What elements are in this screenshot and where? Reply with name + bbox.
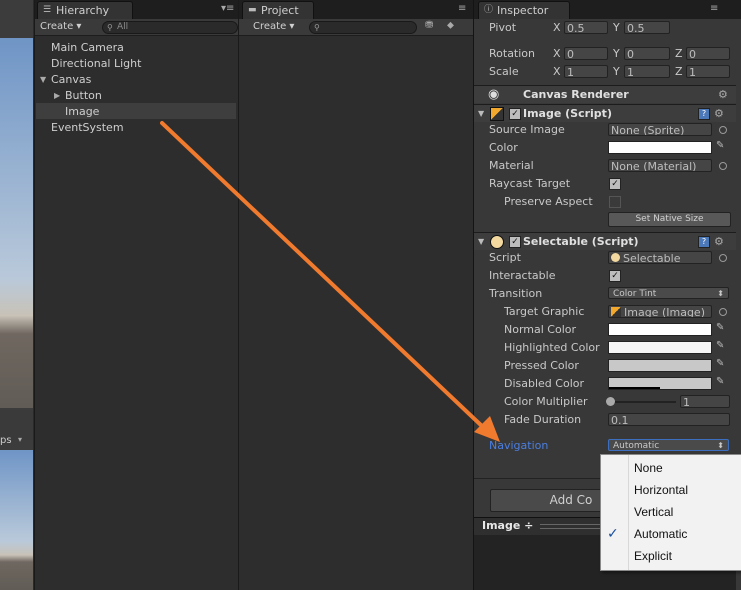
menu-item-vertical[interactable]: Vertical <box>634 501 673 523</box>
menu-gutter-divider <box>628 455 629 570</box>
checkmark-icon: ✓ <box>607 526 619 542</box>
navigation-popup-menu: None Horizontal Vertical ✓ Automatic Exp… <box>600 454 741 571</box>
menu-item-none[interactable]: None <box>634 457 663 479</box>
menu-item-horizontal[interactable]: Horizontal <box>634 479 688 501</box>
menu-item-explicit[interactable]: Explicit <box>634 545 672 567</box>
arrow-shaft <box>160 121 486 430</box>
menu-item-automatic[interactable]: Automatic <box>634 523 687 545</box>
